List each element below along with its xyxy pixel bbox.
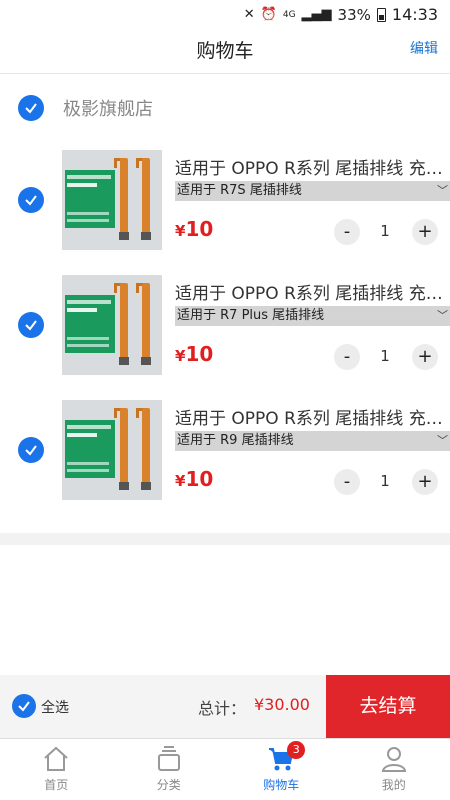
quantity-increase-button[interactable]: + [412,469,438,495]
total-price: ¥30.00 [254,695,310,714]
variant-label: 适用于 R7 Plus 尾插排线 [177,308,325,323]
variant-label: 适用于 R7S 尾插排线 [177,183,302,198]
checkmark-icon [25,445,37,456]
variant-selector[interactable]: 适用于 R9 尾插排线 ﹀ [175,431,450,451]
page-title: 购物车 [196,40,254,62]
select-all-checkbox[interactable] [12,694,36,718]
product-price: ¥10 [175,342,214,366]
status-indicators: ✕ ⏰ 4G ▂▄▆ 33% 14:33 [244,5,438,24]
quantity-decrease-button[interactable]: - [334,219,360,245]
quantity-value: 1 [380,222,390,240]
checkmark-icon [25,103,37,114]
product-image[interactable] [62,150,162,250]
item-select-checkbox[interactable] [18,187,44,213]
section-divider [0,533,450,545]
cart-item: 适用于 OPPO R系列 尾插排线 充电口 送话器 适用于 R7 Plus 尾插… [0,275,450,385]
tab-label: 首页 [44,778,69,792]
tab-home[interactable]: 首页 [0,739,113,800]
product-title[interactable]: 适用于 OPPO R系列 尾插排线 充电口 送话器 [175,154,445,179]
chevron-down-icon: ﹀ [437,184,448,197]
checkmark-icon [25,320,37,331]
cart-badge: 3 [287,741,306,759]
tab-cart[interactable]: 3 购物车 [225,739,338,800]
checkmark-icon [18,701,30,712]
select-all-label[interactable]: 全选 [41,697,69,717]
battery-percent: 33% [337,5,371,24]
product-price: ¥10 [175,467,214,491]
nav-bar: 购物车 编辑 [0,30,450,74]
quantity-value: 1 [380,472,390,490]
quantity-value: 1 [380,347,390,365]
shop-name: 极影旗舰店 [63,99,153,120]
clock: 14:33 [391,5,438,24]
cart-item: 适用于 OPPO R系列 尾插排线 充电口 送话器 适用于 R9 尾插排线 ﹀ … [0,400,450,510]
status-bar: ✕ ⏰ 4G ▂▄▆ 33% 14:33 [0,0,450,30]
tab-label: 我的 [381,778,406,792]
battery-icon [376,7,386,22]
user-icon [381,747,406,772]
alarm-icon: ⏰ [260,7,277,22]
chevron-down-icon: ﹀ [437,434,448,447]
category-icon [157,746,180,771]
product-title[interactable]: 适用于 OPPO R系列 尾插排线 充电口 送话器 [175,279,445,304]
shop-select-checkbox[interactable] [18,95,44,121]
checkout-bar: 全选 总计： ¥30.00 去结算 [0,675,450,738]
quantity-increase-button[interactable]: + [412,344,438,370]
checkout-button[interactable]: 去结算 [326,675,450,738]
shop-header: 极影旗舰店 [0,88,450,128]
quantity-increase-button[interactable]: + [412,219,438,245]
item-select-checkbox[interactable] [18,437,44,463]
home-icon [44,746,68,771]
variant-selector[interactable]: 适用于 R7 Plus 尾插排线 ﹀ [175,306,450,326]
item-select-checkbox[interactable] [18,312,44,338]
bottom-tab-bar: 首页 分类 3 购物车 我的 [0,738,450,800]
total-label: 总计： [198,699,247,718]
quantity-decrease-button[interactable]: - [334,344,360,370]
checkmark-icon [25,195,37,206]
network-type: 4G [282,9,296,20]
tab-profile[interactable]: 我的 [338,739,450,800]
tab-label: 分类 [156,778,181,792]
edit-button[interactable]: 编辑 [410,38,438,58]
product-image[interactable] [62,400,162,500]
chevron-down-icon: ﹀ [437,309,448,322]
tab-category[interactable]: 分类 [113,739,226,800]
quantity-decrease-button[interactable]: - [334,469,360,495]
product-price: ¥10 [175,217,214,241]
product-image[interactable] [62,275,162,375]
signal-icon: ▂▄▆ [301,7,332,22]
tab-label: 购物车 [263,778,300,792]
variant-selector[interactable]: 适用于 R7S 尾插排线 ﹀ [175,181,450,201]
mute-icon: ✕ [243,7,255,22]
variant-label: 适用于 R9 尾插排线 [177,433,294,448]
product-title[interactable]: 适用于 OPPO R系列 尾插排线 充电口 送话器 [175,404,445,429]
cart-item: 适用于 OPPO R系列 尾插排线 充电口 送话器 适用于 R7S 尾插排线 ﹀… [0,150,450,260]
